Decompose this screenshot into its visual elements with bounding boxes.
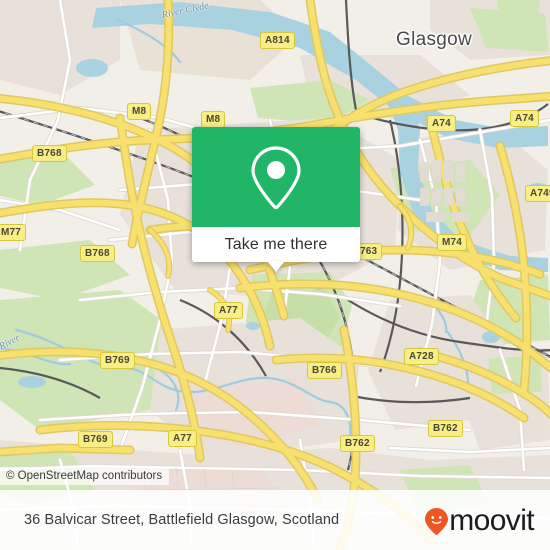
road-shield-a749: A749 (525, 185, 550, 202)
popup-action-row[interactable]: Take me there (192, 227, 360, 272)
footer-bar: 36 Balvicar Street, Battlefield Glasgow,… (0, 490, 550, 550)
road-shield-b768: B768 (32, 145, 67, 162)
road-shield-a77-2: A77 (168, 430, 197, 447)
popup-pin-area (192, 127, 360, 227)
road-shield-b766: B766 (307, 362, 342, 379)
road-shield-a74-2: A74 (510, 110, 539, 127)
popup-tail (267, 261, 285, 272)
map-place-label: Glasgow (396, 29, 473, 50)
road-shield-b768-2: B768 (80, 245, 115, 262)
take-me-there-label: Take me there (224, 235, 328, 253)
road-shield-a74: A74 (427, 115, 456, 132)
moovit-wordmark: moovit (449, 504, 534, 537)
address-label: 36 Balvicar Street, Battlefield Glasgow,… (24, 512, 340, 528)
road-shield-a728: A728 (404, 348, 439, 365)
road-shield-m8-2: M8 (201, 111, 226, 128)
road-shield-m77: M77 (0, 224, 27, 241)
map-attribution[interactable]: © OpenStreetMap contributors (0, 467, 170, 485)
road-shield-a77: A77 (214, 302, 243, 319)
road-shield-b769: B769 (100, 352, 135, 369)
moovit-map-screen: .park{fill:#cfe5b5} .parkdark{fill:#c6df… (0, 0, 550, 550)
road-shield-m8: M8 (127, 103, 152, 120)
take-me-there-popup[interactable]: Take me there (192, 127, 360, 272)
road-shield-b762: B762 (340, 435, 375, 452)
moovit-smiley-pin-icon (425, 507, 449, 535)
road-shield-b769-2: B769 (78, 431, 113, 448)
location-pin-icon (251, 146, 301, 210)
road-shield-m74: M74 (437, 234, 468, 251)
road-shield-a814: A814 (260, 32, 295, 49)
road-shield-b762-2: B762 (428, 420, 463, 437)
moovit-logo[interactable]: moovit (425, 504, 535, 537)
